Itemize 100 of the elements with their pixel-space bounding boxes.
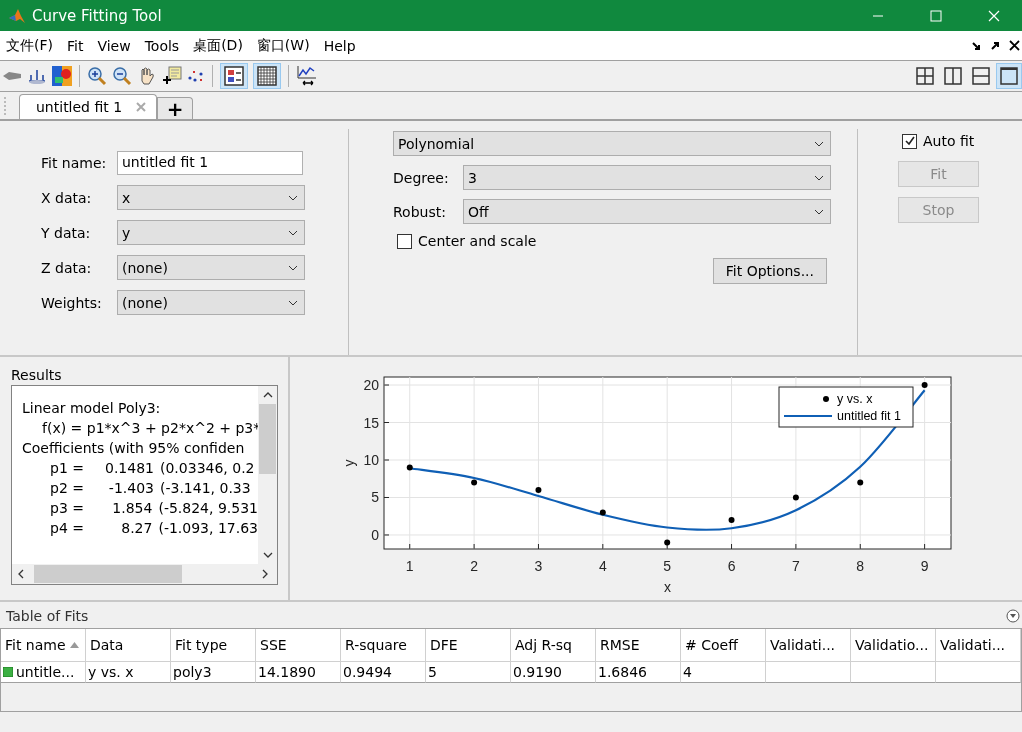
table-cell: untitle... <box>1 661 86 683</box>
menu-item[interactable]: View <box>97 37 131 54</box>
menu-item[interactable]: Tools <box>144 37 180 54</box>
y-tick-label: 15 <box>363 414 379 431</box>
x-tick-label: 3 <box>534 558 543 574</box>
y-tick-label: 5 <box>371 489 379 506</box>
coefficient-value: 0.1481 <box>104 459 155 478</box>
axes-icon[interactable] <box>27 67 47 85</box>
data-point <box>599 509 606 516</box>
data-point <box>921 382 928 388</box>
maximize-icon[interactable] <box>930 9 942 22</box>
checkbox[interactable] <box>902 133 917 149</box>
data-point <box>406 464 413 471</box>
data-point <box>471 479 478 486</box>
field-label: Z data: <box>41 259 93 276</box>
data-point <box>664 539 671 546</box>
table-title: Table of Fits <box>6 608 89 624</box>
dropdown[interactable]: 3 <box>463 165 831 190</box>
menu-item[interactable]: Fit <box>67 37 84 54</box>
colormap-icon[interactable] <box>52 66 72 86</box>
scroll-down-icon[interactable] <box>262 552 273 558</box>
column-header[interactable]: R-square <box>341 629 426 661</box>
column-header[interactable]: SSE <box>256 629 341 661</box>
y-axis-label: y <box>341 459 357 467</box>
x-tick-label: 6 <box>727 558 736 574</box>
result-line: Linear model Poly3: <box>22 399 162 418</box>
column-header[interactable]: Fit name <box>1 629 86 661</box>
coefficient-name: p2 = <box>50 479 85 498</box>
y-tick-label: 20 <box>363 377 379 393</box>
x-tick-label: 9 <box>920 558 929 574</box>
x-axis-label: x <box>664 579 671 595</box>
dropdown[interactable]: Off <box>463 199 831 224</box>
chevron-icon <box>288 229 298 236</box>
horizontal-scrollbar[interactable] <box>12 564 277 584</box>
fit-type-dropdown[interactable]: Polynomial <box>393 131 831 156</box>
line-chart-icon[interactable] <box>296 65 318 87</box>
menu-item[interactable]: 窗口(W) <box>256 36 310 55</box>
fit-options-button[interactable]: Fit Options... <box>712 258 827 284</box>
column-header[interactable]: Fit type <box>171 629 256 661</box>
confidence-interval: (-1.093, 17.63 <box>158 519 258 538</box>
vertical-scrollbar[interactable] <box>258 386 277 564</box>
x-tick-label: 1 <box>405 558 414 574</box>
data-cursor-icon[interactable] <box>162 66 182 86</box>
scatter-icon[interactable] <box>187 68 205 84</box>
data-point <box>728 517 735 523</box>
column-header[interactable]: Data <box>86 629 171 661</box>
data-point <box>792 494 799 501</box>
coefficient-name: p4 = <box>50 519 85 538</box>
column-header[interactable]: Validati... <box>766 629 851 661</box>
grid-icon[interactable] <box>253 63 281 89</box>
legend-line <box>784 414 832 418</box>
menu-item[interactable]: 文件(F) <box>6 36 53 55</box>
column-header[interactable]: # Coeff <box>681 629 766 661</box>
zoom-out-icon[interactable] <box>112 66 132 86</box>
field-label: Robust: <box>393 203 447 220</box>
scroll-left-icon[interactable] <box>18 569 24 579</box>
chevron-icon <box>814 208 824 215</box>
field-label: Weights: <box>41 294 103 311</box>
column-header[interactable]: Validati... <box>936 629 1021 661</box>
legend-label: y vs. x <box>837 392 873 406</box>
checkbox[interactable] <box>397 233 412 249</box>
x-tick-label: 5 <box>663 558 672 574</box>
checkbox-label: Auto fit <box>923 133 975 149</box>
fit-tab[interactable]: untitled fit 1 <box>19 94 158 119</box>
column-header[interactable]: DFE <box>426 629 511 661</box>
zoom-in-icon[interactable] <box>87 66 107 86</box>
dropdown[interactable]: y <box>117 220 305 245</box>
column-header[interactable]: Adj R-sq <box>511 629 596 661</box>
menu-item[interactable]: Help <box>323 37 356 54</box>
new-tab-button[interactable]: + <box>157 97 194 119</box>
text-field[interactable]: untitled fit 1 <box>117 151 303 175</box>
close-icon[interactable] <box>1009 40 1020 51</box>
fit-color-icon <box>3 667 13 677</box>
scroll-up-icon[interactable] <box>262 392 273 398</box>
scroll-right-icon[interactable] <box>262 569 268 579</box>
legend-marker <box>823 396 829 402</box>
chevron-icon <box>288 299 298 306</box>
coefficient-name: p3 = <box>50 499 85 518</box>
legend-icon[interactable] <box>220 63 248 89</box>
result-line: f(x) = p1*x^3 + p2*x^2 + p3* <box>41 419 258 438</box>
layout-icon[interactable] <box>996 63 1022 89</box>
dropdown[interactable]: x <box>117 185 305 210</box>
menu-item[interactable]: 桌面(D) <box>193 36 243 55</box>
field-label: X data: <box>41 189 93 206</box>
dropdown[interactable]: (none) <box>117 255 305 280</box>
x-tick-label: 7 <box>792 558 800 574</box>
confidence-interval: (-5.824, 9.531 <box>158 499 258 518</box>
chevron-icon <box>814 140 824 147</box>
undock-icon[interactable] <box>990 40 1000 51</box>
dock-icon[interactable] <box>971 40 981 51</box>
coefficient-name: p1 = <box>50 459 85 478</box>
column-header[interactable]: RMSE <box>596 629 681 661</box>
column-header[interactable]: Validatio... <box>851 629 936 661</box>
dropdown[interactable]: (none) <box>117 290 305 315</box>
coefficient-value: -1.403 <box>107 479 155 498</box>
confidence-interval: (0.03346, 0.2 <box>160 459 255 478</box>
collapse-icon[interactable] <box>1006 609 1020 623</box>
x-tick-label: 4 <box>598 558 607 574</box>
sort-icon[interactable] <box>69 642 79 648</box>
x-tick-label: 2 <box>470 558 478 574</box>
